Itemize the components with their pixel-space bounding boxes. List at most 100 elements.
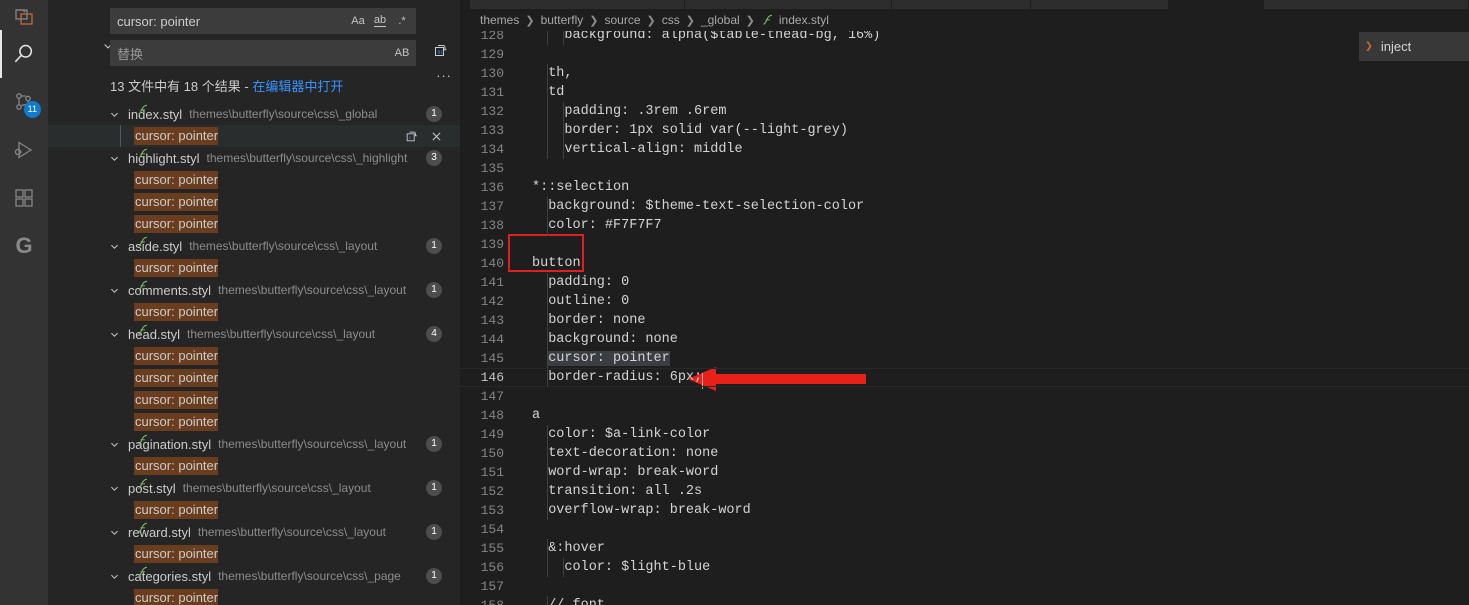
search-result-match-row[interactable]: cursor: pointer bbox=[48, 345, 460, 367]
open-in-editor-link[interactable]: 在编辑器中打开 bbox=[252, 79, 343, 94]
code-line[interactable]: 134 vertical-align: middle bbox=[460, 140, 1469, 159]
activity-item-gitlens[interactable]: G bbox=[0, 222, 48, 270]
tab-strip-2[interactable] bbox=[685, 0, 892, 9]
search-input[interactable]: cursor: pointer bbox=[111, 14, 348, 29]
code-line[interactable]: 138 color: #F7F7F7 bbox=[460, 216, 1469, 235]
chevron-down-icon[interactable] bbox=[106, 477, 122, 499]
code-line[interactable]: 135 bbox=[460, 159, 1469, 178]
line-number: 146 bbox=[480, 370, 504, 385]
search-result-match-row[interactable]: cursor: pointer bbox=[48, 191, 460, 213]
code-line[interactable]: 154 bbox=[460, 520, 1469, 539]
code-line[interactable]: 143 border: none bbox=[460, 311, 1469, 330]
search-result-file-row[interactable]: highlight.styl themes\butterfly\source\cs… bbox=[48, 147, 460, 169]
search-result-match-row[interactable]: cursor: pointer bbox=[48, 455, 460, 477]
tab-strip-4[interactable] bbox=[1031, 0, 1169, 9]
code-line[interactable]: 132 padding: .3rem .6rem bbox=[460, 102, 1469, 121]
search-result-file-row[interactable]: index.styl themes\butterfly\source\css\_g… bbox=[48, 103, 460, 125]
search-input-row[interactable]: cursor: pointer Aa ab .* bbox=[110, 8, 416, 34]
search-result-file-row[interactable]: pagination.styl themes\butterfly\source\c… bbox=[48, 433, 460, 455]
code-line[interactable]: 146 border-radius: 6px; bbox=[460, 368, 1469, 389]
code-line[interactable]: 156 color: $light-blue bbox=[460, 558, 1469, 577]
replace-all-button[interactable]: ac bbox=[430, 39, 452, 61]
code-line[interactable]: 137 background: $theme-text-selection-co… bbox=[460, 197, 1469, 216]
chevron-down-icon[interactable] bbox=[106, 433, 122, 455]
breadcrumb-item-themes[interactable]: themes bbox=[480, 13, 519, 27]
dismiss-match-button[interactable] bbox=[428, 128, 444, 144]
search-result-match-row[interactable]: cursor: pointer bbox=[48, 213, 460, 235]
tab-strip-5[interactable] bbox=[1169, 0, 1264, 9]
code-line[interactable]: 150 text-decoration: none bbox=[460, 444, 1469, 463]
use-regex-icon[interactable]: .* bbox=[392, 11, 412, 31]
chevron-down-icon[interactable] bbox=[106, 103, 122, 125]
code-line[interactable]: 152 transition: all .2s bbox=[460, 482, 1469, 501]
breadcrumb-item-source[interactable]: source bbox=[604, 13, 640, 27]
search-result-match-row[interactable]: cursor: pointer bbox=[48, 411, 460, 433]
code-line[interactable]: 129 bbox=[460, 45, 1469, 64]
search-more-actions-button[interactable]: ... bbox=[437, 66, 452, 84]
code-line[interactable]: 136 *::selection bbox=[460, 178, 1469, 197]
search-result-match-row[interactable]: cursor: pointer bbox=[48, 301, 460, 323]
tab-strip-3[interactable] bbox=[892, 0, 1031, 9]
code-line[interactable]: 153 overflow-wrap: break-word bbox=[460, 501, 1469, 520]
replace-input[interactable]: 替换 bbox=[111, 44, 392, 63]
search-result-match-row[interactable]: cursor: pointer bbox=[48, 169, 460, 191]
chevron-down-icon[interactable] bbox=[106, 323, 122, 345]
activity-item-run-debug[interactable] bbox=[0, 126, 48, 174]
code-line[interactable]: 130 th, bbox=[460, 64, 1469, 83]
chevron-down-icon[interactable] bbox=[106, 565, 122, 587]
search-result-match-row[interactable]: cursor: pointer bbox=[48, 389, 460, 411]
breadcrumb-file[interactable]: index.styl bbox=[779, 13, 829, 27]
search-result-match-row[interactable]: cursor: pointer bbox=[48, 587, 460, 605]
match-case-icon[interactable]: Aa bbox=[348, 11, 368, 31]
activity-item-explorer[interactable] bbox=[0, 0, 48, 30]
breadcrumb-item-css[interactable]: css bbox=[662, 13, 680, 27]
activity-item-extensions[interactable] bbox=[0, 174, 48, 222]
search-result-file-row[interactable]: comments.styl themes\butterfly\source\css… bbox=[48, 279, 460, 301]
search-result-match-row[interactable]: cursor: pointer c bbox=[48, 125, 460, 147]
activity-item-search[interactable] bbox=[0, 30, 48, 78]
tab-strip-1[interactable] bbox=[470, 0, 685, 9]
search-result-file-row[interactable]: post.styl themes\butterfly\source\css\_la… bbox=[48, 477, 460, 499]
breadcrumb-item-butterfly[interactable]: butterfly bbox=[541, 13, 584, 27]
code-line[interactable]: 158 // font bbox=[460, 596, 1469, 605]
code-line[interactable]: 128 background: alpha($table-thead-bg, 1… bbox=[460, 31, 1469, 45]
search-result-match-row[interactable]: cursor: pointer bbox=[48, 257, 460, 279]
code-line[interactable]: 131 td bbox=[460, 83, 1469, 102]
editor-tab-bar[interactable] bbox=[460, 0, 1469, 9]
code-line[interactable]: 133 border: 1px solid var(--light-grey) bbox=[460, 121, 1469, 140]
code-line[interactable]: 139 bbox=[460, 235, 1469, 254]
match-whole-word-icon[interactable]: ab bbox=[370, 11, 390, 31]
code-line[interactable]: 151 word-wrap: break-word bbox=[460, 463, 1469, 482]
breadcrumb[interactable]: themes ❯ butterfly ❯ source ❯ css ❯ _global ❯ inde… bbox=[460, 9, 1469, 31]
code-line[interactable]: 142 outline: 0 bbox=[460, 292, 1469, 311]
code-line[interactable]: 148 a bbox=[460, 406, 1469, 425]
replace-match-button[interactable]: c bbox=[404, 128, 420, 144]
preserve-case-icon[interactable]: AB bbox=[392, 43, 412, 63]
chevron-down-icon[interactable] bbox=[106, 235, 122, 257]
code-line[interactable]: 145 cursor: pointer bbox=[460, 349, 1469, 368]
code-line[interactable]: 141 padding: 0 bbox=[460, 273, 1469, 292]
code-editor[interactable]: 128 background: alpha($table-thead-bg, 1… bbox=[460, 31, 1469, 605]
replace-input-row[interactable]: 替换 AB bbox=[110, 40, 416, 66]
code-line[interactable]: 149 color: $a-link-color bbox=[460, 425, 1469, 444]
search-result-file-row[interactable]: aside.styl themes\butterfly\source\css\_l… bbox=[48, 235, 460, 257]
search-result-file-row[interactable]: head.styl themes\butterfly\source\css\_la… bbox=[48, 323, 460, 345]
code-line[interactable]: 157 bbox=[460, 577, 1469, 596]
tab-strip-0[interactable] bbox=[460, 0, 470, 9]
code-line[interactable]: 155 &:hover bbox=[460, 539, 1469, 558]
activity-item-source-control[interactable]: 11 bbox=[0, 78, 48, 126]
breadcrumb-item-global[interactable]: _global bbox=[701, 13, 740, 27]
code-line[interactable]: 144 background: none bbox=[460, 330, 1469, 349]
chevron-down-icon[interactable] bbox=[106, 279, 122, 301]
search-result-file-row[interactable]: reward.styl themes\butterfly\source\css\_… bbox=[48, 521, 460, 543]
chevron-down-icon[interactable] bbox=[106, 147, 122, 169]
search-result-match-row[interactable]: cursor: pointer bbox=[48, 543, 460, 565]
inject-suggest-widget[interactable]: ❯ inject bbox=[1359, 32, 1469, 61]
code-line[interactable]: 140 button bbox=[460, 254, 1469, 273]
search-result-file-row[interactable]: categories.styl themes\butterfly\source\c… bbox=[48, 565, 460, 587]
code-line[interactable]: 147 bbox=[460, 387, 1469, 406]
chevron-down-icon[interactable] bbox=[106, 521, 122, 543]
search-result-match-row[interactable]: cursor: pointer bbox=[48, 499, 460, 521]
search-result-match-row[interactable]: cursor: pointer bbox=[48, 367, 460, 389]
search-results-list[interactable]: index.styl themes\butterfly\source\css\_g… bbox=[48, 103, 460, 605]
